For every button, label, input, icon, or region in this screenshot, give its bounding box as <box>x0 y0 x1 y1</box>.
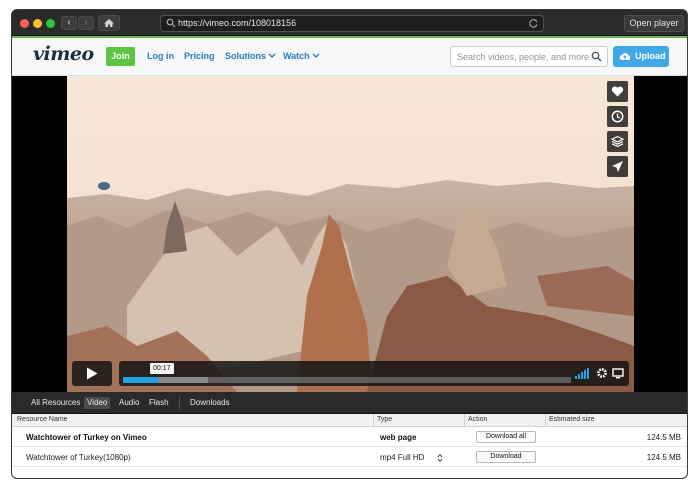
table-header: Resource Name Type Action Estimated size <box>12 414 687 427</box>
tab-video[interactable]: Video <box>84 397 111 409</box>
seek-bar[interactable] <box>123 377 571 383</box>
nav-watch[interactable]: Watch <box>283 51 320 61</box>
heart-icon <box>611 86 624 97</box>
gear-icon[interactable] <box>596 367 608 379</box>
nav-pricing[interactable]: Pricing <box>184 51 215 61</box>
open-player-button[interactable]: Open player <box>624 15 684 32</box>
home-button[interactable] <box>98 15 120 31</box>
close-window-button[interactable] <box>20 19 29 28</box>
tab-audio[interactable]: Audio <box>116 397 142 409</box>
tab-all-resources[interactable]: All Resources <box>28 397 83 409</box>
tab-divider <box>179 397 180 409</box>
tab-downloads[interactable]: Downloads <box>187 397 233 409</box>
web-page: vimeo Join Log in Pricing Solutions Watc… <box>12 36 687 392</box>
resource-name: Watchtower of Turkey on Vimeo <box>26 433 147 442</box>
volume-bars-icon[interactable] <box>575 368 591 379</box>
nav-solutions[interactable]: Solutions <box>225 51 276 61</box>
played-bar <box>123 377 159 383</box>
search-icon[interactable] <box>591 51 602 62</box>
play-icon <box>87 367 98 380</box>
home-icon <box>104 19 114 27</box>
upload-label: Upload <box>635 51 666 61</box>
column-estimated-size[interactable]: Estimated size <box>549 416 595 423</box>
nav-watch-label: Watch <box>283 51 310 61</box>
watch-later-button[interactable] <box>607 106 628 127</box>
share-button[interactable] <box>607 156 628 177</box>
address-bar[interactable]: https://vimeo.com/108018156 <box>160 15 544 32</box>
column-divider <box>545 414 546 427</box>
playback-controls: 00:17 <box>119 361 629 386</box>
vimeo-logo[interactable]: vimeo <box>33 43 94 65</box>
fullscreen-icon[interactable] <box>612 368 624 379</box>
tab-flash[interactable]: Flash <box>146 397 172 409</box>
play-button[interactable] <box>72 361 112 386</box>
forward-button[interactable]: › <box>78 16 94 30</box>
column-action[interactable]: Action <box>468 416 487 423</box>
title-bar: ‹ › https://vimeo.com/108018156 Open pla… <box>12 10 687 36</box>
zoom-window-button[interactable] <box>46 19 55 28</box>
url-text: https://vimeo.com/108018156 <box>178 18 297 28</box>
reload-icon[interactable] <box>528 18 539 29</box>
layers-icon <box>611 135 624 148</box>
chevron-down-icon <box>312 53 320 58</box>
resource-tabs: All Resources Video Audio Flash Download… <box>12 392 687 414</box>
resource-size: 124.5 MB <box>646 453 681 462</box>
minimize-window-button[interactable] <box>33 19 42 28</box>
send-icon <box>612 161 623 172</box>
search-placeholder: Search videos, people, and more <box>457 52 590 62</box>
column-type[interactable]: Type <box>377 416 392 423</box>
resource-type: mp4 Full HD <box>380 453 425 462</box>
vimeo-header: vimeo Join Log in Pricing Solutions Watc… <box>12 36 687 76</box>
table-row[interactable]: Watchtower of Turkey on Vimeo web page D… <box>12 428 687 447</box>
resource-name: Watchtower of Turkey(1080p) <box>26 453 131 462</box>
column-divider <box>464 414 465 427</box>
chevron-down-icon <box>268 53 276 58</box>
cloud-upload-icon <box>619 53 631 60</box>
resources-panel: All Resources Video Audio Flash Download… <box>12 392 687 478</box>
resource-type: web page <box>380 433 417 442</box>
video-frame <box>67 76 634 392</box>
upload-button[interactable]: Upload <box>613 46 669 67</box>
table-row[interactable]: Watchtower of Turkey(1080p) mp4 Full HD … <box>12 448 687 467</box>
search-input[interactable]: Search videos, people, and more <box>450 46 608 67</box>
download-button[interactable]: Download <box>476 451 536 463</box>
like-button[interactable] <box>607 81 628 102</box>
nav-solutions-label: Solutions <box>225 51 266 61</box>
join-button[interactable]: Join <box>106 47 135 66</box>
back-button[interactable]: ‹ <box>61 16 77 30</box>
resource-size: 124.5 MB <box>646 433 681 442</box>
browser-window: ‹ › https://vimeo.com/108018156 Open pla… <box>11 9 688 479</box>
column-resource-name[interactable]: Resource Name <box>17 416 68 423</box>
search-icon <box>166 18 176 28</box>
download-all-button[interactable]: Download all <box>476 431 536 443</box>
clock-icon <box>611 110 624 123</box>
time-tooltip: 00:17 <box>150 363 174 374</box>
collections-button[interactable] <box>607 131 628 152</box>
video-player[interactable]: 00:17 <box>67 76 634 392</box>
stepper-arrows-icon[interactable] <box>437 453 443 463</box>
nav-log-in[interactable]: Log in <box>147 51 174 61</box>
column-divider <box>373 414 374 427</box>
